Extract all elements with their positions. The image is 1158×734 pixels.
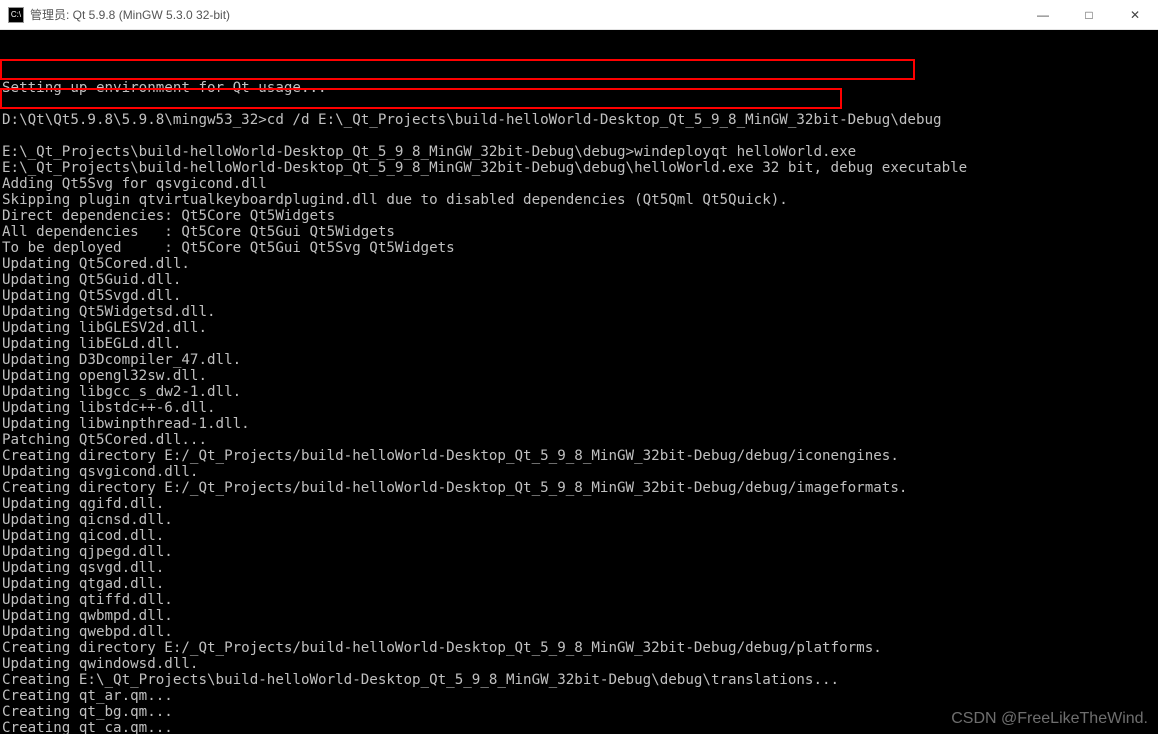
- minimize-button[interactable]: —: [1020, 0, 1066, 30]
- console-line: All dependencies : Qt5Core Qt5Gui Qt5Wid…: [2, 224, 1156, 240]
- window-title: 管理员: Qt 5.9.8 (MinGW 5.3.0 32-bit): [30, 6, 230, 23]
- console-line: D:\Qt\Qt5.9.8\5.9.8\mingw53_32>cd /d E:\…: [2, 112, 1156, 128]
- console-line: Updating libwinpthread-1.dll.: [2, 416, 1156, 432]
- console-line: E:\_Qt_Projects\build-helloWorld-Desktop…: [2, 144, 1156, 160]
- console-line: Patching Qt5Cored.dll...: [2, 432, 1156, 448]
- console-line: Direct dependencies: Qt5Core Qt5Widgets: [2, 208, 1156, 224]
- console-line: Updating qwindowsd.dll.: [2, 656, 1156, 672]
- console-line: Creating qt_ar.qm...: [2, 688, 1156, 704]
- close-button[interactable]: ✕: [1112, 0, 1158, 30]
- window-controls: — □ ✕: [1020, 0, 1158, 30]
- console-output[interactable]: Setting up environment for Qt usage... D…: [0, 30, 1158, 734]
- console-line: Updating Qt5Svgd.dll.: [2, 288, 1156, 304]
- console-line: Setting up environment for Qt usage...: [2, 80, 1156, 96]
- maximize-button[interactable]: □: [1066, 0, 1112, 30]
- console-line: Creating directory E:/_Qt_Projects/build…: [2, 480, 1156, 496]
- titlebar: C:\ 管理员: Qt 5.9.8 (MinGW 5.3.0 32-bit) —…: [0, 0, 1158, 30]
- console-line: Creating directory E:/_Qt_Projects/build…: [2, 640, 1156, 656]
- console-line: Creating qt_ca.qm...: [2, 720, 1156, 734]
- console-line: Updating qtiffd.dll.: [2, 592, 1156, 608]
- console-line: Updating qsvgicond.dll.: [2, 464, 1156, 480]
- console-line: [2, 96, 1156, 112]
- console-line: Updating libgcc_s_dw2-1.dll.: [2, 384, 1156, 400]
- console-line: Updating D3Dcompiler_47.dll.: [2, 352, 1156, 368]
- console-line: E:\_Qt_Projects\build-helloWorld-Desktop…: [2, 160, 1156, 176]
- cmd-icon: C:\: [8, 7, 24, 23]
- console-line: Updating libEGLd.dll.: [2, 336, 1156, 352]
- console-line: Updating Qt5Widgetsd.dll.: [2, 304, 1156, 320]
- console-line: Creating E:\_Qt_Projects\build-helloWorl…: [2, 672, 1156, 688]
- console-line: Creating qt_bg.qm...: [2, 704, 1156, 720]
- console-line: Updating qgifd.dll.: [2, 496, 1156, 512]
- console-line: Updating qicod.dll.: [2, 528, 1156, 544]
- console-line: Updating Qt5Guid.dll.: [2, 272, 1156, 288]
- console-line: To be deployed : Qt5Core Qt5Gui Qt5Svg Q…: [2, 240, 1156, 256]
- console-line: Updating libstdc++-6.dll.: [2, 400, 1156, 416]
- console-line: Updating opengl32sw.dll.: [2, 368, 1156, 384]
- console-line: Skipping plugin qtvirtualkeyboardplugind…: [2, 192, 1156, 208]
- console-line: Updating qwbmpd.dll.: [2, 608, 1156, 624]
- console-line: Updating qtgad.dll.: [2, 576, 1156, 592]
- console-line: Updating qicnsd.dll.: [2, 512, 1156, 528]
- console-line: Updating libGLESV2d.dll.: [2, 320, 1156, 336]
- console-line: Updating qwebpd.dll.: [2, 624, 1156, 640]
- console-line: Adding Qt5Svg for qsvgicond.dll: [2, 176, 1156, 192]
- highlight-cd-command: [0, 59, 915, 80]
- console-line: Updating Qt5Cored.dll.: [2, 256, 1156, 272]
- console-line: Creating directory E:/_Qt_Projects/build…: [2, 448, 1156, 464]
- console-line: Updating qjpegd.dll.: [2, 544, 1156, 560]
- console-line: Updating qsvgd.dll.: [2, 560, 1156, 576]
- console-line: [2, 128, 1156, 144]
